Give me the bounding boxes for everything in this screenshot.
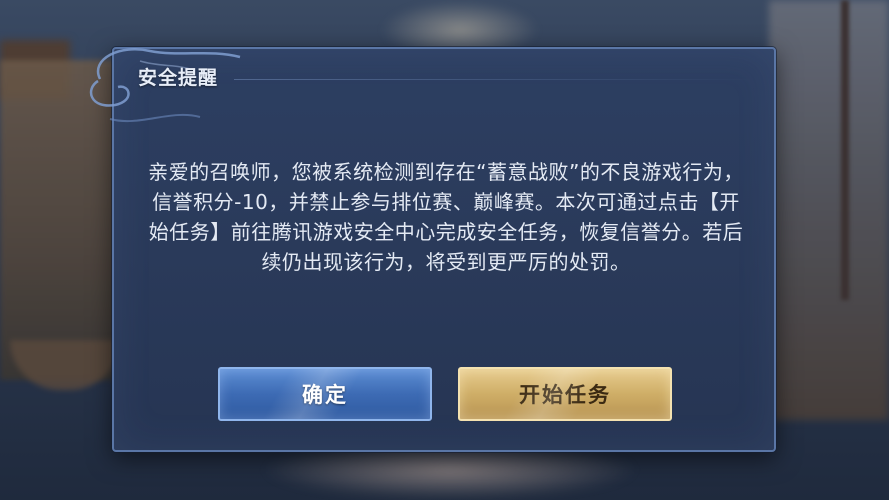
security-reminder-dialog: 安全提醒 亲爱的召唤师，您被系统检测到存在“蓄意战败”的不良游戏行为，信誉积分-… bbox=[89, 47, 776, 452]
confirm-button-label: 确定 bbox=[302, 383, 348, 407]
dialog-message: 亲爱的召唤师，您被系统检测到存在“蓄意战败”的不良游戏行为，信誉积分-10，并禁… bbox=[148, 160, 744, 274]
background-boat bbox=[10, 340, 120, 390]
start-task-button[interactable]: 开始任务 bbox=[458, 367, 672, 421]
confirm-button[interactable]: 确定 bbox=[218, 367, 432, 421]
dialog-title: 安全提醒 bbox=[138, 67, 219, 89]
game-scene: 安全提醒 亲爱的召唤师，您被系统检测到存在“蓄意战败”的不良游戏行为，信誉积分-… bbox=[0, 0, 889, 500]
title-divider bbox=[234, 79, 754, 80]
background-ship-mast bbox=[841, 0, 849, 300]
background-building bbox=[0, 60, 120, 380]
start-task-button-label: 开始任务 bbox=[519, 383, 611, 407]
background-ship bbox=[769, 0, 889, 420]
